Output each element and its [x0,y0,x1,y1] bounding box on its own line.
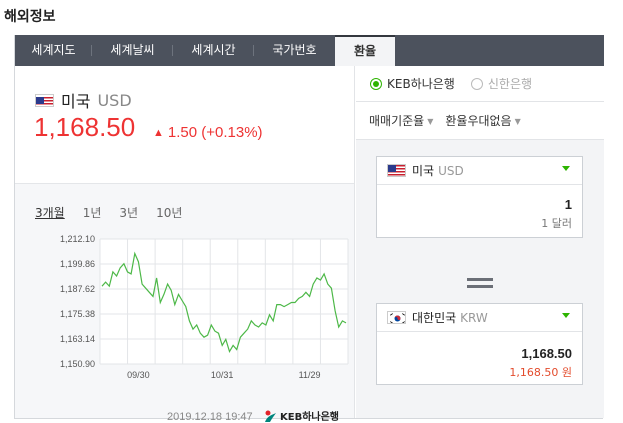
rate-chart-area: 3개월 1년 3년 10년 1,212.10 1,199.86 1,187.62 1,… [15,183,354,423]
keb-hana-logo-icon [265,410,276,422]
tab-world-map[interactable]: 세계지도 [15,35,92,66]
chart-y-tick-label: 1,187.62 [60,284,95,294]
us-flag-icon [35,93,54,107]
section-title: 해외정보 [4,9,56,25]
rate-change-text: 1.50 (+0.13%) [167,124,263,141]
converter-panel: KEB하나은행 신한은행 매매기준율 ▼ 환율우대없음 ▼ 미국 USD 1 1… [356,66,604,418]
chart-y-tick-label: 1,175.38 [60,309,95,319]
from-amount-text: 1 달러 [541,217,572,230]
chart-y-tick-label: 1,199.86 [60,259,95,269]
chart-x-tick-label: 11/29 [299,370,321,380]
chart-x-tick-label: 10/31 [211,370,234,380]
rate-type-dropdown[interactable]: 매매기준율 ▼ [369,112,433,129]
currency-name: 미국 [61,92,91,111]
chart-x-tick-label: 09/30 [127,370,150,380]
preferential-rate-label: 환율우대없음 [445,114,512,128]
to-amount-text: 1,168.50 원 [509,366,572,379]
from-currency-code: USD [438,163,464,178]
exchange-rate-chart: 1,212.10 1,199.86 1,187.62 1,175.38 1,163.14… [60,234,349,380]
tab-world-time[interactable]: 세계시간 [173,35,254,66]
keb-hana-logo-text: KEB하나은행 [280,412,340,423]
to-currency-code: KRW [460,310,488,325]
overseas-info-widget: 세계지도 세계날씨 세계시간 국가번호 환율 미국 USD 1,168.50 ▲… [14,35,604,423]
from-amount-input[interactable]: 1 [377,197,582,212]
caret-down-icon: ▼ [514,117,521,126]
us-flag-icon [387,164,406,177]
caret-down-icon: ▼ [427,117,434,126]
to-amount-value: 1,168.50 [521,346,572,361]
keb-hana-logo: KEB하나은행 [263,408,339,423]
bank-radio-shinhan-label: 신한은행 [487,77,533,91]
currency-header: 미국 USD [35,88,132,112]
radio-unchecked-icon [470,77,483,90]
bank-radio-keb[interactable]: KEB하나은행 [370,75,455,92]
to-currency-name: 대한민국 [412,311,457,325]
chart-y-tick-label: 1,163.14 [60,334,95,344]
rate-panel: 미국 USD 1,168.50 ▲ 1.50 (+0.13%) 3개월 1년 3년… [15,66,355,423]
equals-icon [467,278,493,292]
radio-checked-icon [370,77,382,90]
rate-change: ▲ 1.50 (+0.13%) [153,124,263,141]
tab-world-weather[interactable]: 세계날씨 [92,35,173,66]
rate-options: 매매기준율 ▼ 환율우대없음 ▼ [356,102,604,140]
dropdown-arrow-icon [562,166,570,171]
to-currency-box: 대한민국 KRW 1,168.50 1,168.50 원 [376,303,583,385]
bank-radio-shinhan[interactable]: 신한은행 [470,75,533,92]
kr-flag-icon [387,311,406,324]
bank-selector: KEB하나은행 신한은행 [356,66,604,102]
chart-y-tick-label: 1,212.10 [60,234,95,244]
to-currency-select[interactable]: 대한민국 KRW [377,304,582,332]
dropdown-arrow-icon [562,313,570,318]
from-currency-select[interactable]: 미국 USD [377,157,582,185]
up-arrow-icon: ▲ [153,127,164,139]
rate-type-label: 매매기준율 [369,114,425,128]
exchange-rate-value: 1,168.50 [34,112,136,142]
chart-timestamp: 2019.12.18 19:47 [167,411,253,423]
tab-exchange-rate[interactable]: 환율 [335,35,395,66]
preferential-rate-dropdown[interactable]: 환율우대없음 ▼ [445,112,520,129]
tab-country-code[interactable]: 국가번호 [254,35,335,66]
bank-radio-keb-label: KEB하나은행 [387,77,455,91]
from-currency-box: 미국 USD 1 1 달러 [376,156,583,238]
chart-y-tick-label: 1,150.90 [60,359,95,369]
from-currency-name: 미국 [412,164,435,178]
currency-code: USD [97,90,132,110]
tab-bar: 세계지도 세계날씨 세계시간 국가번호 환율 [15,35,604,66]
